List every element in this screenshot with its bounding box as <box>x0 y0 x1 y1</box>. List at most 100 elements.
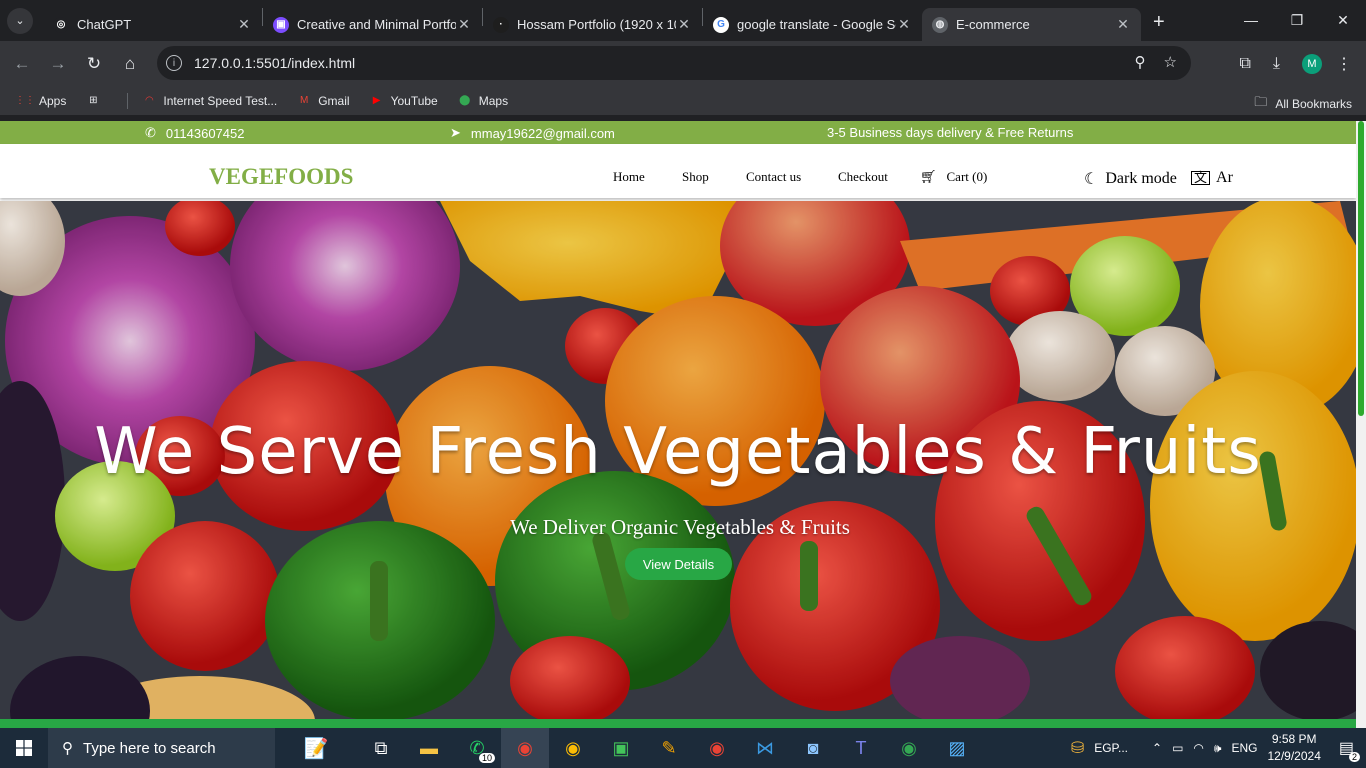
volume-icon[interactable]: 🕪︎ <box>1214 741 1222 756</box>
close-tab-icon[interactable]: ✕ <box>676 16 692 33</box>
browser-tab[interactable]: Ggoogle translate - Google Search✕ <box>703 8 922 41</box>
view-details-button[interactable]: View Details <box>625 548 732 580</box>
bookmark-item[interactable]: ⋮⋮ Apps <box>15 94 66 108</box>
extensions-icon[interactable]: ⧉ <box>1239 55 1250 73</box>
camera-app-icon[interactable]: ◙ <box>789 728 837 768</box>
close-tab-icon[interactable]: ✕ <box>236 16 252 33</box>
forward-button[interactable]: → <box>40 54 76 74</box>
portfolio-icon: ▣ <box>273 16 289 33</box>
bookmarks-bar: ⋮⋮ Apps ⊞ ◠ Internet Speed Test... M Gmail ▶ You… <box>0 86 1366 115</box>
tray-chevron-icon[interactable]: ⌃ <box>1152 741 1162 755</box>
photos-icon[interactable]: ▨ <box>933 728 981 768</box>
site-topbar: ✆ 01143607452 ➤ mmay19622@gmail.com 3-5 … <box>0 121 1356 144</box>
taskbar-search[interactable]: ⚲ Type here to search <box>48 728 275 768</box>
chrome-alt-icon[interactable]: ◉ <box>693 728 741 768</box>
bookmark-separator <box>127 92 129 109</box>
currency-widget[interactable]: EGP... <box>1094 741 1128 755</box>
nav-checkout[interactable]: Checkout <box>838 169 888 185</box>
language-label: Ar <box>1216 169 1233 186</box>
vscode-icon[interactable]: ⋈ <box>741 728 789 768</box>
back-button[interactable]: ← <box>4 54 40 74</box>
tools-icon[interactable]: ✎ <box>645 728 693 768</box>
site-info-icon[interactable]: i <box>166 55 182 71</box>
downloads-icon[interactable]: ⤓ <box>1273 55 1280 73</box>
topbar-delivery: 3-5 Business days delivery & Free Return… <box>827 125 1073 140</box>
globe-icon: ◍ <box>932 16 948 33</box>
chrome-extra-icon[interactable]: ◉ <box>885 728 933 768</box>
bookmark-list: ⋮⋮ Apps ⊞ ◠ Internet Speed Test... M Gmail ▶ You… <box>15 92 528 109</box>
chatgpt-icon: ◎ <box>53 16 69 33</box>
close-tab-icon[interactable]: ✕ <box>896 16 912 33</box>
new-tab-button[interactable]: + <box>1153 11 1165 34</box>
browser-tab[interactable]: ◎ ChatGPT ✕ <box>43 8 262 41</box>
topbar-email: ➤ mmay19622@gmail.com <box>450 125 615 141</box>
profile-avatar[interactable]: M <box>1302 53 1322 74</box>
chrome-profile-icon[interactable]: ◉ <box>501 728 549 768</box>
web-page: ✆ 01143607452 ➤ mmay19622@gmail.com 3-5 … <box>0 121 1366 728</box>
browser-tab[interactable]: · Hossam Portfolio (1920 x 1080)✕ <box>483 8 702 41</box>
page-scrollbar[interactable] <box>1356 121 1366 728</box>
bookmark-item[interactable]: ⬤ Maps <box>458 94 508 108</box>
search-placeholder: Type here to search <box>83 739 216 757</box>
minimize-button[interactable]: — <box>1228 0 1274 40</box>
all-bookmarks-button[interactable]: 🗀 All Bookmarks <box>1254 93 1352 115</box>
bookmark-label: Internet Speed Test... <box>163 93 278 108</box>
close-window-button[interactable]: ✕ <box>1320 0 1366 40</box>
tab-title: Hossam Portfolio (1920 x 1080) <box>517 17 676 32</box>
address-bar[interactable]: i 127.0.0.1:5501/index.html ⚲ ☆ <box>157 46 1191 80</box>
nav-shop[interactable]: Shop <box>682 169 709 185</box>
all-bookmarks-label: All Bookmarks <box>1275 97 1352 111</box>
windows-taskbar: ⚲ Type here to search 📝 ⧉ ▬ ✆ 10 ◉ ◉ ▣ ✎ … <box>0 728 1366 768</box>
cart-icon: 🛒︎ <box>920 169 937 184</box>
nav-contact[interactable]: Contact us <box>746 169 801 185</box>
browser-tab[interactable]: ▣ Creative and Minimal Portfolio ✕ <box>263 8 482 41</box>
close-tab-icon[interactable]: ✕ <box>1115 16 1131 33</box>
bookmark-label: Maps <box>478 93 509 108</box>
wifi-icon[interactable]: ◠ <box>1193 741 1203 755</box>
brand-logo[interactable]: VEGEFOODS <box>209 164 353 190</box>
youtube-icon: ▶ <box>372 95 381 106</box>
bookmark-item[interactable]: ◠ Internet Speed Test... <box>142 94 277 108</box>
clock[interactable]: 9:58 PM 12/9/2024 <box>1267 731 1320 765</box>
tab-groups-icon: ⊞ <box>89 95 98 106</box>
notification-icon[interactable]: ▤ 2 <box>1339 738 1360 762</box>
menu-kebab-icon[interactable]: ⋮ <box>1336 54 1352 74</box>
scrollbar-thumb[interactable] <box>1358 121 1364 416</box>
bookmark-item[interactable]: ⊞ <box>86 94 107 108</box>
zoom-icon[interactable]: ⚲ <box>1135 53 1146 71</box>
whatsapp-icon[interactable]: ✆ 10 <box>453 728 501 768</box>
tab-list: ◎ ChatGPT ✕ ▣ Creative and Minimal Portfolio… <box>43 0 1141 41</box>
close-tab-icon[interactable]: ✕ <box>456 16 472 33</box>
restore-button[interactable]: ❐ <box>1274 0 1320 40</box>
teams-icon[interactable]: T <box>837 728 885 768</box>
paper-plane-icon: ➤ <box>450 125 461 140</box>
maps-icon: ⬤ <box>459 95 471 106</box>
url-text[interactable]: 127.0.0.1:5501/index.html <box>194 55 355 71</box>
bookmark-star-icon[interactable]: ☆ <box>1164 53 1177 71</box>
task-view-icon[interactable]: ⧉ <box>357 728 405 768</box>
battery-icon[interactable]: ▭ <box>1172 741 1183 755</box>
language-toggle[interactable]: 文 Ar <box>1191 169 1233 187</box>
browser-tab[interactable]: ◍ E-commerce ✕ <box>922 8 1141 41</box>
reload-button[interactable]: ↻ <box>76 54 112 74</box>
bookmark-item[interactable]: M Gmail <box>297 94 350 108</box>
tab-search-button[interactable]: ⌄ <box>7 7 33 34</box>
app-d-icon[interactable]: ▣ <box>597 728 645 768</box>
start-button[interactable] <box>0 728 48 768</box>
apps-grid-icon: ⋮⋮ <box>15 95 35 106</box>
nav-cart[interactable]: 🛒︎ Cart (0) <box>920 169 987 185</box>
site-navbar: VEGEFOODS Home Shop Contact us Checkout … <box>0 144 1356 198</box>
folder-icon: 🗀 <box>1254 94 1268 109</box>
clock-date: 12/9/2024 <box>1267 749 1321 763</box>
nav-home[interactable]: Home <box>613 169 645 185</box>
currency-widget-icon[interactable]: ⛁ <box>1071 738 1084 758</box>
dark-mode-toggle[interactable]: ☾ Dark mode <box>1084 169 1177 189</box>
home-button[interactable]: ⌂ <box>112 54 148 74</box>
translate-icon: 文 <box>1191 171 1211 185</box>
windows-logo-icon <box>16 740 32 756</box>
chrome-icon[interactable]: ◉ <box>549 728 597 768</box>
input-language[interactable]: ENG <box>1231 741 1257 755</box>
bookmark-item[interactable]: ▶ YouTube <box>370 94 438 108</box>
file-explorer-icon[interactable]: ▬ <box>405 728 453 768</box>
search-highlight-icon[interactable]: 📝 <box>275 736 357 761</box>
